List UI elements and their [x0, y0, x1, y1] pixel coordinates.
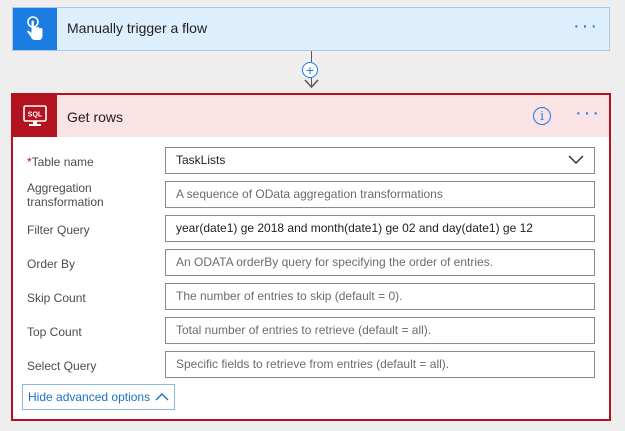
select-query-label: Select Query	[27, 359, 97, 373]
trigger-more-options-icon[interactable]: ···	[573, 16, 599, 36]
trigger-card[interactable]: Manually trigger a flow ···	[12, 7, 610, 51]
svg-text:SQL: SQL	[28, 112, 43, 119]
hide-advanced-options-button[interactable]: Hide advanced options	[22, 384, 176, 410]
filter-query-label: Filter Query	[27, 223, 90, 237]
select-query-input[interactable]: Specific fields to retrieve from entries…	[165, 351, 595, 378]
order-by-input[interactable]: An ODATA orderBy query for specifying th…	[165, 249, 595, 276]
action-more-options-icon[interactable]: ···	[575, 103, 601, 123]
sql-icon: SQL	[13, 95, 57, 137]
chevron-up-icon	[155, 393, 169, 401]
aggregation-label: Aggregation transformation	[27, 181, 104, 209]
top-count-label: Top Count	[27, 325, 82, 339]
table-name-label: *Table name	[27, 155, 94, 169]
trigger-title: Manually trigger a flow	[67, 20, 208, 36]
plus-circle-icon[interactable]: +	[302, 62, 318, 78]
advanced-options-label: Hide advanced options	[28, 390, 151, 404]
order-by-label: Order By	[27, 257, 76, 271]
touch-hand-icon	[13, 8, 57, 50]
action-title: Get rows	[67, 109, 124, 125]
get-rows-card: SQL Get rows i ··· *Table name TaskLists…	[11, 93, 611, 421]
arrow-down-icon	[304, 79, 319, 89]
table-name-value: TaskLists	[176, 153, 226, 167]
connector-line-top	[311, 51, 312, 62]
action-header[interactable]: SQL Get rows i ···	[13, 95, 609, 137]
skip-count-input[interactable]: The number of entries to skip (default =…	[165, 283, 595, 310]
table-name-dropdown[interactable]: TaskLists	[165, 147, 595, 174]
chevron-down-icon	[568, 155, 584, 165]
skip-count-label: Skip Count	[27, 291, 86, 305]
aggregation-input[interactable]: A sequence of OData aggregation transfor…	[165, 181, 595, 208]
filter-query-input[interactable]: year(date1) ge 2018 and month(date1) ge …	[165, 215, 595, 242]
top-count-input[interactable]: Total number of entries to retrieve (def…	[165, 317, 595, 344]
info-icon[interactable]: i	[533, 107, 551, 125]
